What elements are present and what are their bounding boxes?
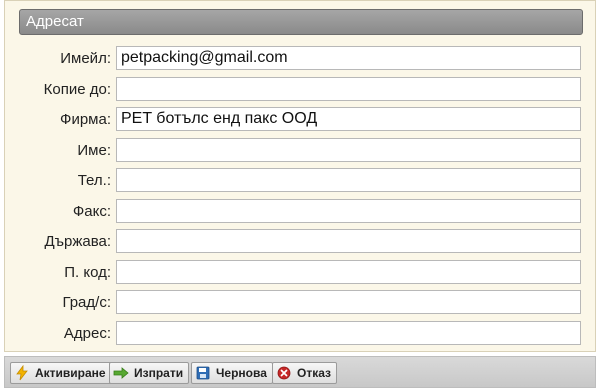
email-input[interactable] [116, 46, 581, 70]
lightning-icon [14, 365, 30, 381]
form-row-postal-code: П. код: [5, 260, 597, 284]
form-row-phone: Тел.: [5, 168, 597, 192]
phone-label: Тел.: [77, 172, 111, 189]
address-input[interactable] [116, 321, 581, 345]
cancel-button-label: Отказ [297, 366, 332, 380]
form-row-name: Име: [5, 138, 597, 162]
form-row-address: Адрес: [5, 321, 597, 345]
postal-code-input[interactable] [116, 260, 581, 284]
company-label: Фирма: [60, 111, 111, 128]
email-compose-page: Адресат Имейл: Копие до: Фирма: Име: Тел… [0, 0, 600, 392]
name-input[interactable] [116, 138, 581, 162]
floppy-disk-icon [195, 365, 211, 381]
country-input[interactable] [116, 229, 581, 253]
send-button[interactable]: Изпрати [109, 362, 190, 384]
send-button-label: Изпрати [134, 366, 184, 380]
email-label: Имейл: [60, 50, 111, 67]
fax-label: Факс: [72, 203, 111, 220]
arrow-right-icon [113, 365, 129, 381]
activate-button[interactable]: Активиране [10, 362, 112, 384]
cancel-button[interactable]: Отказ [272, 362, 338, 384]
city-input[interactable] [116, 290, 581, 314]
country-label: Държава: [44, 233, 111, 250]
close-circle-icon [276, 365, 292, 381]
form-row-email: Имейл: [5, 46, 597, 70]
cc-label: Копие до: [43, 81, 111, 98]
compose-toolbar: Активиране Изпрати Чернова Отказ [4, 356, 596, 388]
city-label: Град/с: [62, 294, 111, 311]
form-row-cc: Копие до: [5, 77, 597, 101]
draft-button[interactable]: Чернова [191, 362, 273, 384]
postal-code-label: П. код: [64, 264, 111, 281]
recipient-panel-header: Адресат [19, 9, 583, 35]
form-row-country: Държава: [5, 229, 597, 253]
company-input[interactable] [116, 107, 581, 131]
fax-input[interactable] [116, 199, 581, 223]
form-row-company: Фирма: [5, 107, 597, 131]
phone-input[interactable] [116, 168, 581, 192]
name-label: Име: [77, 142, 111, 159]
draft-button-label: Чернова [216, 366, 267, 380]
cc-input[interactable] [116, 77, 581, 101]
address-label: Адрес: [63, 325, 111, 342]
recipient-panel: Адресат Имейл: Копие до: Фирма: Име: Тел… [4, 0, 596, 352]
activate-button-label: Активиране [35, 366, 106, 380]
form-row-fax: Факс: [5, 199, 597, 223]
form-row-city: Град/с: [5, 290, 597, 314]
